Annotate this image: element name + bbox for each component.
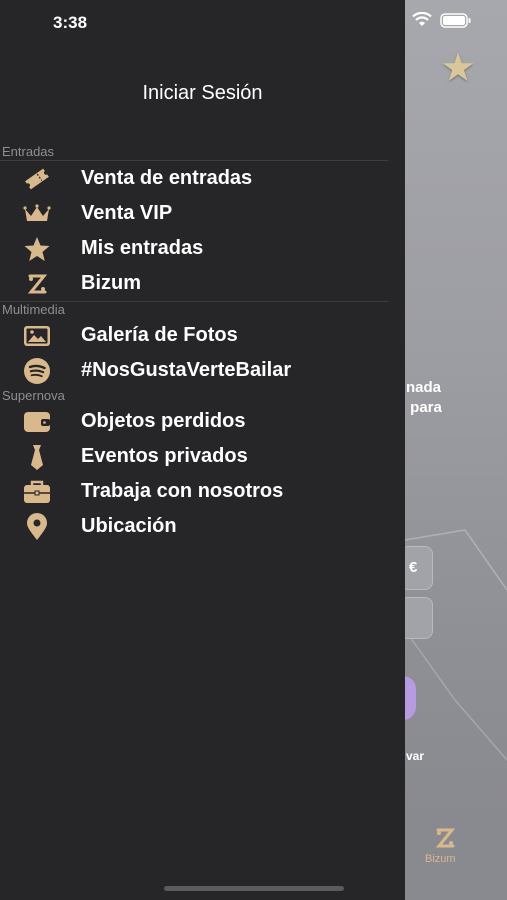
login-button[interactable]: Iniciar Sesión xyxy=(0,82,405,105)
menu-label: Trabaja con nosotros xyxy=(81,480,284,502)
briefcase-icon xyxy=(22,477,52,507)
menu-label: Venta de entradas xyxy=(81,167,253,189)
menu-label: Galería de Fotos xyxy=(81,324,238,346)
spotify-icon xyxy=(22,356,52,386)
menu-item-venta-vip[interactable]: Venta VIP xyxy=(0,196,400,231)
home-indicator xyxy=(164,886,344,891)
section-title-multimedia: Multimedia xyxy=(2,302,65,317)
favorite-star-icon[interactable]: ★ xyxy=(434,48,482,88)
tab-bizum-label[interactable]: Bizum xyxy=(425,853,456,865)
menu-item-nosgustavertebailar[interactable]: #NosGustaVerteBailar xyxy=(0,353,400,388)
menu-label: Venta VIP xyxy=(81,202,173,224)
crown-icon xyxy=(22,199,52,229)
bizum-tab-icon[interactable] xyxy=(433,826,457,850)
image-icon xyxy=(22,321,52,351)
wifi-icon xyxy=(412,12,432,26)
menu-label: Objetos perdidos xyxy=(81,410,246,432)
menu-label: Bizum xyxy=(81,272,141,294)
menu-item-objetos-perdidos[interactable]: Objetos perdidos xyxy=(0,404,400,439)
currency-label: € xyxy=(409,559,418,576)
star-icon xyxy=(22,234,52,264)
section-title-supernova: Supernova xyxy=(2,388,65,403)
background-text: nada para xyxy=(406,379,442,416)
bizum-icon xyxy=(22,269,52,299)
status-time: 3:38 xyxy=(53,13,88,32)
menu-label: #NosGustaVerteBailar xyxy=(81,359,292,381)
menu-item-mis-entradas[interactable]: Mis entradas xyxy=(0,231,400,266)
battery-icon xyxy=(440,12,471,28)
action-label: var xyxy=(406,749,425,763)
menu-item-galeria[interactable]: Galería de Fotos xyxy=(0,318,400,353)
menu-item-trabaja[interactable]: Trabaja con nosotros xyxy=(0,474,400,509)
menu-item-ubicacion[interactable]: Ubicación xyxy=(0,509,400,544)
location-pin-icon xyxy=(22,512,52,542)
menu-item-eventos-privados[interactable]: Eventos privados xyxy=(0,439,400,474)
tie-icon xyxy=(22,442,52,472)
menu-item-venta-entradas[interactable]: Venta de entradas xyxy=(0,161,400,196)
side-menu-drawer: Iniciar Sesión Entradas Venta de entrada… xyxy=(0,0,405,900)
menu-label: Ubicación xyxy=(81,515,177,537)
menu-label: Eventos privados xyxy=(81,445,248,467)
menu-label: Mis entradas xyxy=(81,237,204,259)
wallet-icon xyxy=(22,407,52,437)
ticket-icon xyxy=(22,164,52,194)
status-icons xyxy=(412,12,472,28)
menu-item-bizum[interactable]: Bizum xyxy=(0,266,400,301)
section-title-entradas: Entradas xyxy=(2,144,55,159)
